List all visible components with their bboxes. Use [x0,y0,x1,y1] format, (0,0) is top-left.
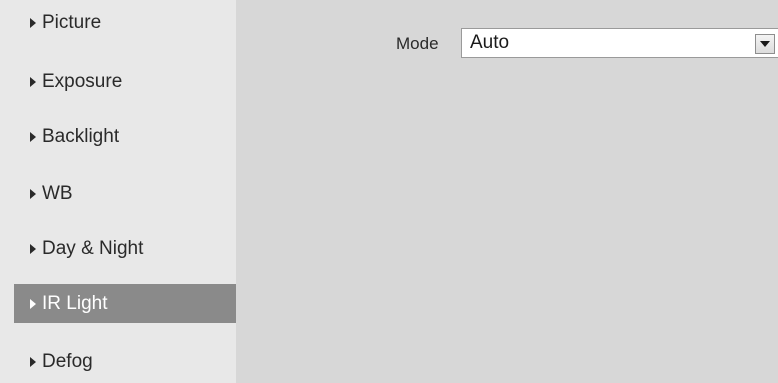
triangle-right-icon [30,76,36,87]
sidebar-item-label: WB [42,182,73,204]
sidebar-item-label: Defog [42,350,93,372]
sidebar-item-defog[interactable]: Defog [14,342,236,381]
sidebar-item-label: Picture [42,11,102,33]
sidebar-item-label: Exposure [42,70,123,92]
sidebar-item-day-night[interactable]: Day & Night [14,229,236,268]
sidebar-item-backlight[interactable]: Backlight [14,117,236,156]
sidebar-item-label: Backlight [42,125,120,147]
sidebar-item-ir-light[interactable]: IR Light [14,284,236,323]
sidebar-item-exposure[interactable]: Exposure [14,62,236,101]
mode-label: Mode [396,34,439,53]
sidebar-item-label: Day & Night [42,237,144,259]
dropdown-button[interactable] [755,34,775,54]
triangle-right-icon [30,243,36,254]
mode-select[interactable]: Auto [461,28,778,58]
chevron-down-icon [760,41,770,47]
triangle-right-icon [30,298,36,309]
mode-select-value: Auto [470,32,510,53]
sidebar-item-picture[interactable]: Picture [14,3,236,42]
sidebar: Picture Exposure Backlight WB Day & Nigh… [0,0,236,383]
settings-page: Picture Exposure Backlight WB Day & Nigh… [0,0,778,383]
triangle-right-icon [30,356,36,367]
sidebar-item-label: IR Light [42,292,108,314]
triangle-right-icon [30,17,36,28]
triangle-right-icon [30,188,36,199]
sidebar-item-wb[interactable]: WB [14,174,236,213]
triangle-right-icon [30,131,36,142]
